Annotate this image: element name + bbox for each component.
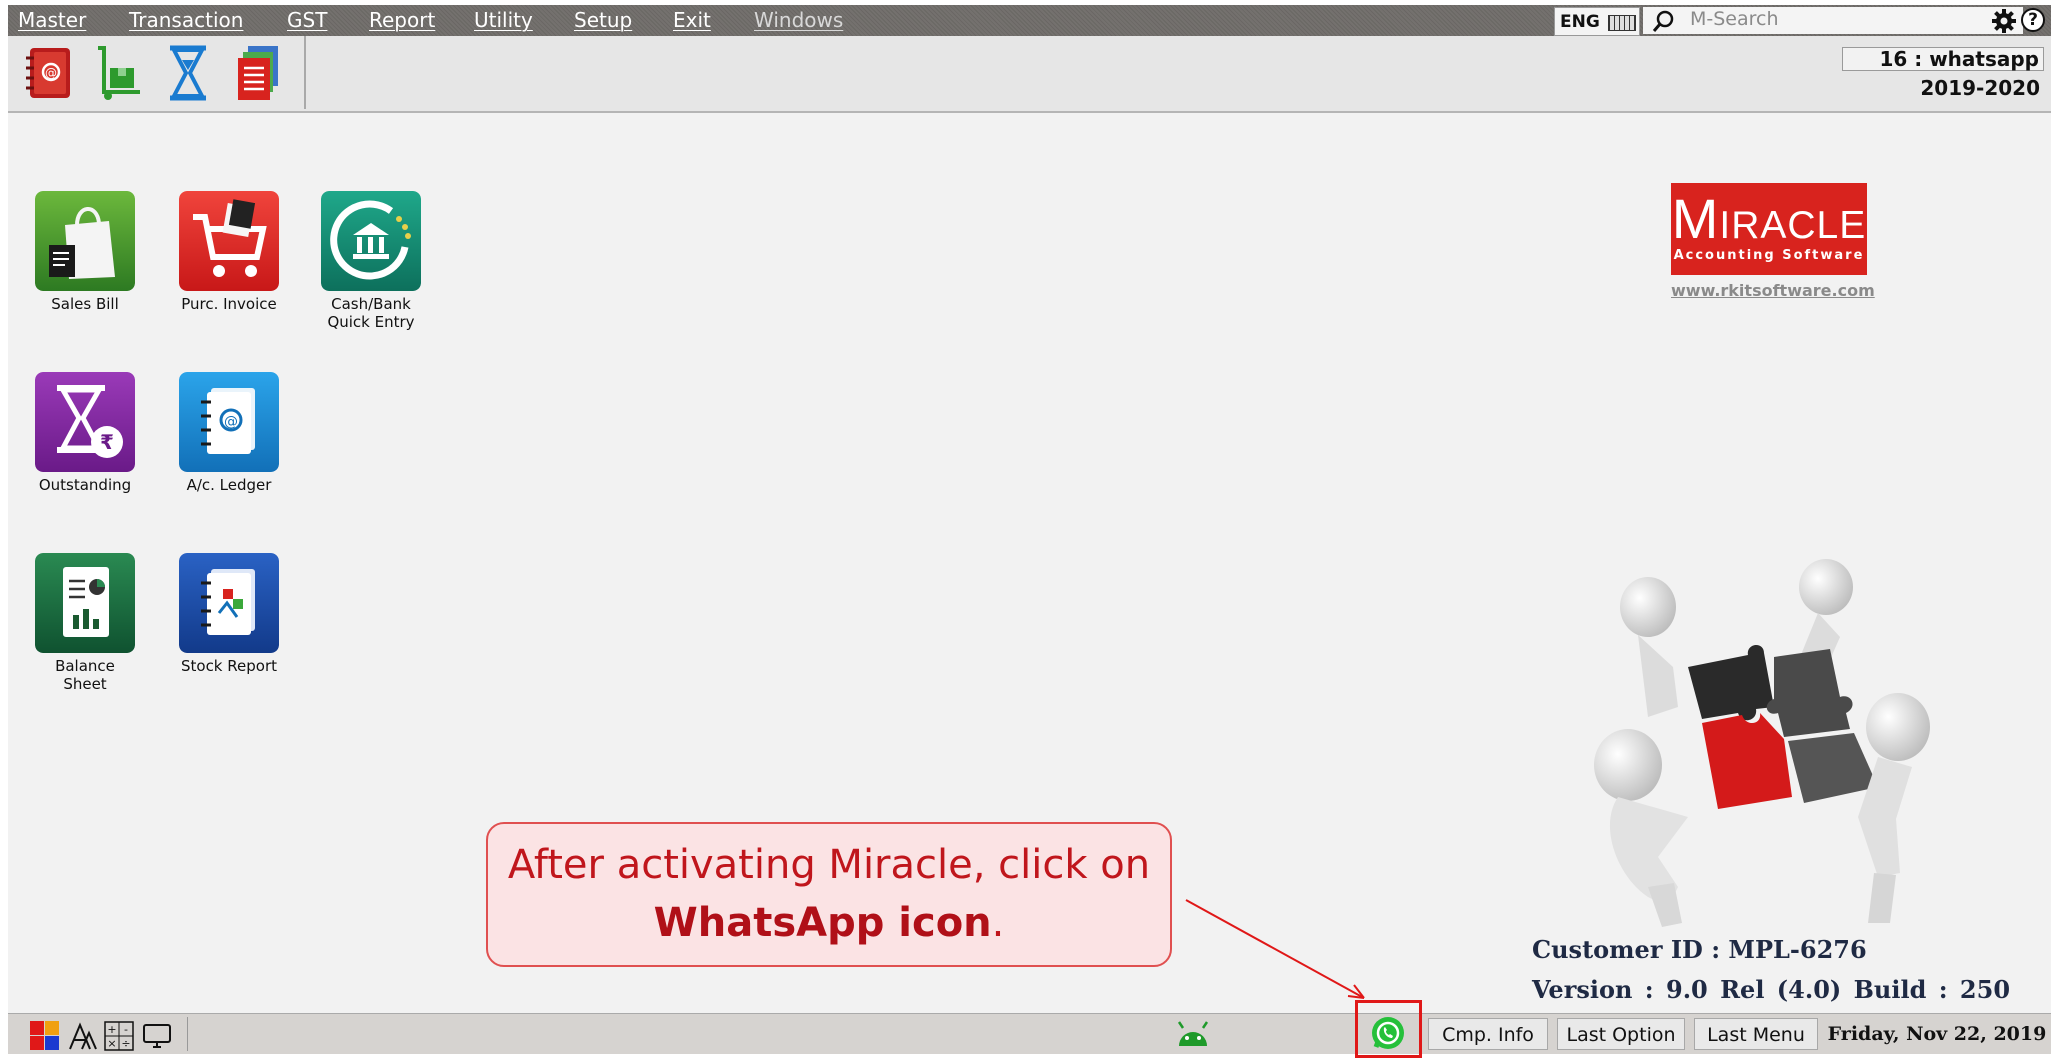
menu-master[interactable]: Master [18, 5, 86, 36]
outstanding-hourglass-icon: ₹ [35, 372, 135, 472]
tile-label: Purc. Invoice [181, 295, 277, 313]
callout-arrow [1185, 899, 1365, 999]
logo-subtitle: Accounting Software [1673, 248, 1865, 263]
search-placeholder: M-Search [1690, 8, 1779, 30]
bank-icon [321, 191, 421, 291]
callout-text: After activating Miracle, click on [507, 842, 1151, 888]
menu-utility[interactable]: Utility [474, 5, 533, 36]
svg-text:₹: ₹ [100, 430, 114, 454]
financial-year: 2019-2020 [1920, 76, 2040, 100]
font-icon[interactable] [67, 1021, 97, 1051]
whatsapp-icon[interactable] [1370, 1015, 1406, 1051]
toolbar: @ 16 : whatsapp 2019-2020 [8, 36, 2051, 113]
android-icon[interactable] [1175, 1020, 1211, 1048]
svg-text:@: @ [45, 66, 57, 80]
tile-label: Balance Sheet [55, 657, 115, 693]
hourglass-icon[interactable] [160, 44, 216, 102]
tile-label: Sales Bill [51, 295, 119, 313]
puzzle-team-illustration [1594, 559, 1930, 927]
menu-transaction[interactable]: Transaction [129, 5, 243, 36]
balance-sheet-icon [35, 553, 135, 653]
svg-text:+: + [107, 1023, 116, 1036]
callout-bold-text: WhatsApp icon [653, 900, 992, 946]
tile-label: Outstanding [38, 476, 132, 494]
monitor-icon[interactable] [142, 1021, 172, 1051]
svg-text:-: - [124, 1023, 128, 1036]
search-icon [1652, 10, 1674, 32]
status-bar: + - × ÷ Cmp. Info Last Option Last Menu … [8, 1000, 2051, 1058]
calculator-icon[interactable]: + - × ÷ [104, 1021, 134, 1051]
current-date: Friday, Nov 22, 2019 [1827, 1023, 2047, 1045]
tile-label: A/c. Ledger [186, 476, 272, 494]
svg-text:÷: ÷ [121, 1037, 130, 1050]
callout-tail: . [991, 900, 1005, 946]
miracle-logo: Miracle Accounting Software [1671, 183, 1867, 275]
shopping-cart-icon [179, 191, 279, 291]
keyboard-icon [1608, 15, 1636, 31]
tile-label: Cash/Bank Quick Entry [327, 295, 415, 331]
company-name: 16 : whatsapp [1842, 47, 2044, 71]
language-label: ENG [1560, 12, 1600, 32]
menu-windows[interactable]: Windows [754, 5, 843, 36]
menu-report[interactable]: Report [369, 5, 435, 36]
stock-report-icon [179, 553, 279, 653]
whatsapp-highlight [1355, 1000, 1422, 1058]
help-icon[interactable]: ? [2021, 8, 2045, 32]
version-info: Version : 9.0 Rel (4.0) Build : 250 [1532, 975, 2011, 1004]
shopping-bag-icon [35, 191, 135, 291]
website-link[interactable]: www.rkitsoftware.com [1671, 281, 1875, 300]
gear-icon[interactable] [1990, 7, 2018, 35]
ledger-book-icon: @ [179, 372, 279, 472]
svg-text:×: × [107, 1037, 116, 1050]
status-tool-group: + - × ÷ [12, 1017, 188, 1051]
logo-title: Miracle [1671, 187, 1867, 250]
svg-text:@: @ [224, 414, 238, 430]
menu-bar: Master Transaction GST Report Utility Se… [8, 5, 2051, 36]
toolbar-icon-group: @ [8, 36, 306, 109]
menu-exit[interactable]: Exit [673, 5, 711, 36]
color-palette-icon[interactable] [30, 1021, 60, 1051]
last-menu-button[interactable]: Last Menu [1694, 1018, 1818, 1050]
documents-icon[interactable] [230, 44, 286, 102]
customer-id: Customer ID : MPL-6276 [1532, 935, 1867, 964]
tile-label: Stock Report [180, 657, 277, 675]
search-input[interactable]: M-Search [1643, 7, 2023, 34]
stock-trolley-icon[interactable] [90, 44, 146, 102]
cmp-info-button[interactable]: Cmp. Info [1428, 1018, 1548, 1050]
instruction-callout: After activating Miracle, click on Whats… [486, 822, 1172, 967]
address-book-icon[interactable]: @ [20, 44, 76, 102]
menu-gst[interactable]: GST [287, 5, 327, 36]
last-option-button[interactable]: Last Option [1557, 1018, 1685, 1050]
app-window: Master Transaction GST Report Utility Se… [8, 5, 2051, 1058]
language-indicator[interactable]: ENG [1554, 7, 1640, 36]
menu-setup[interactable]: Setup [574, 5, 632, 36]
